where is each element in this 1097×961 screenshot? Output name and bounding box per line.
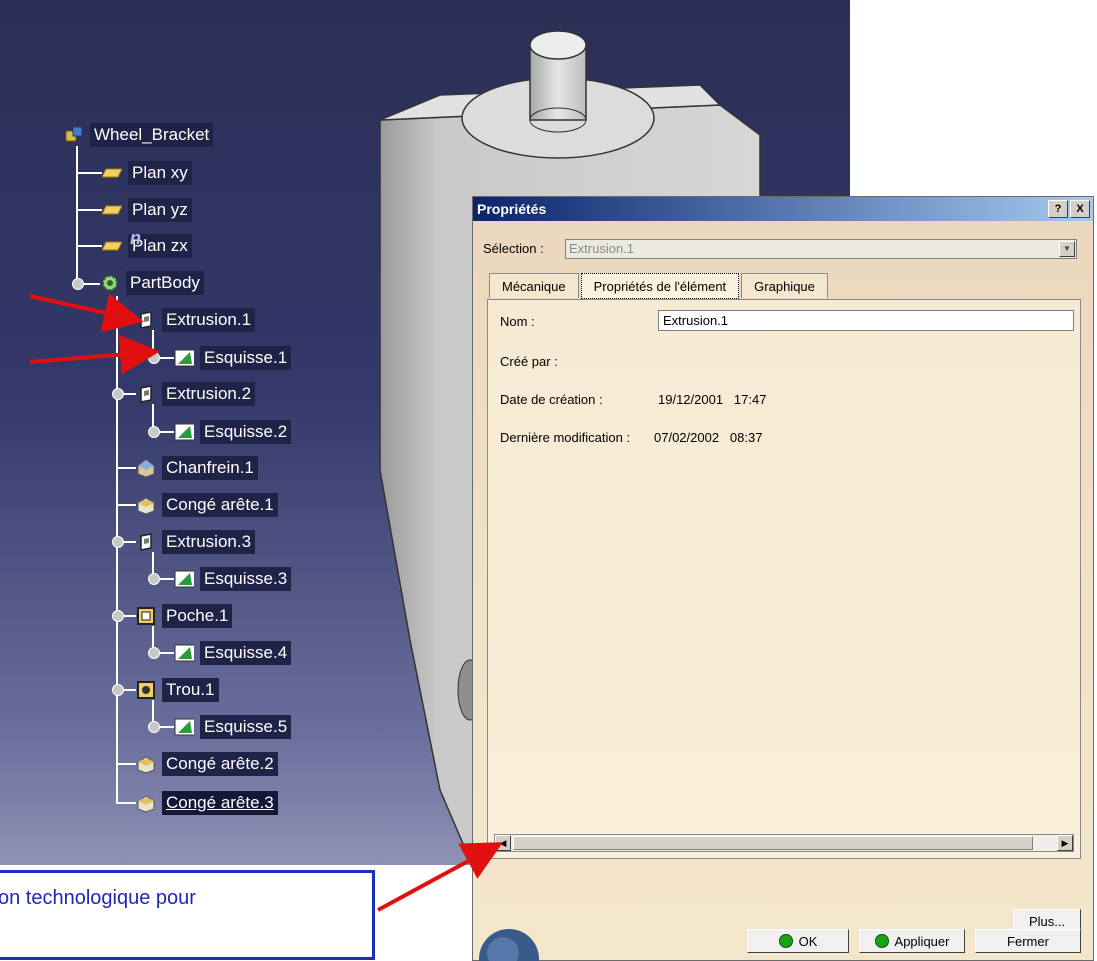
- horizontal-scrollbar[interactable]: ◀ ▶: [494, 834, 1074, 852]
- scroll-right-icon[interactable]: ▶: [1057, 835, 1073, 851]
- chevron-down-icon[interactable]: ▼: [1059, 241, 1075, 257]
- ok-button[interactable]: OK: [747, 929, 849, 953]
- tab-proprietes-element[interactable]: Propriétés de l'élément: [580, 273, 740, 299]
- ok-icon: [778, 934, 793, 948]
- tree-item-label: Congé arête.2: [162, 752, 278, 776]
- pad-icon: [136, 310, 156, 330]
- tree-item-label: Chanfrein.1: [162, 456, 258, 480]
- sketch-icon: [174, 422, 194, 442]
- tree-item-partbody[interactable]: PartBody: [100, 270, 204, 296]
- globe-decoration: [479, 929, 539, 961]
- tree-item-label: Plan yz: [128, 198, 192, 222]
- tree-item-chanfrein-1[interactable]: Chanfrein.1: [136, 455, 258, 481]
- sketch-icon: [174, 569, 194, 589]
- tree-item-esquisse-2[interactable]: Esquisse.2: [174, 419, 292, 445]
- tree-item-trou-1[interactable]: Trou.1: [136, 677, 219, 703]
- tree-item-plan-zx[interactable]: Plan zx: [102, 233, 192, 259]
- modified-value: 07/02/2002 08:37: [654, 430, 763, 445]
- tree-item-label: Extrusion.1: [162, 308, 256, 332]
- watermark-fragment: n: [130, 228, 141, 248]
- selection-value: Extrusion.1: [569, 241, 635, 256]
- tree-item-conge-arete-1[interactable]: Congé arête.1: [136, 492, 278, 518]
- plane-icon: [102, 163, 122, 183]
- hole-icon: [136, 680, 156, 700]
- help-button[interactable]: ?: [1048, 200, 1068, 218]
- tab-bar: Mécanique Propriétés de l'élément Graphi…: [489, 273, 830, 299]
- tab-graphique[interactable]: Graphique: [741, 273, 828, 298]
- plane-icon: [102, 200, 122, 220]
- dialog-title: Propriétés: [477, 201, 547, 217]
- tree-item-label: PartBody: [126, 271, 204, 295]
- pad-icon: [136, 384, 156, 404]
- tree-item-label: Esquisse.3: [200, 567, 292, 591]
- tree-item-label: Esquisse.4: [200, 641, 292, 665]
- pad-icon: [136, 532, 156, 552]
- sketch-icon: [174, 643, 194, 663]
- fillet-icon: [136, 793, 156, 813]
- tree-item-poche-1[interactable]: Poche.1: [136, 603, 233, 629]
- name-label: Nom :: [500, 314, 535, 329]
- scroll-left-icon[interactable]: ◀: [495, 835, 511, 851]
- close-button[interactable]: Fermer: [975, 929, 1081, 953]
- fillet-icon: [136, 495, 156, 515]
- ok-button-label: OK: [798, 933, 818, 949]
- pocket-icon: [136, 606, 156, 626]
- dialog-titlebar[interactable]: Propriétés ? X: [473, 197, 1093, 221]
- close-window-button[interactable]: X: [1070, 200, 1090, 218]
- tree-item-label: Plan xy: [128, 161, 192, 185]
- tree-item-esquisse-1[interactable]: Esquisse.1: [174, 345, 292, 371]
- tree-item-plan-xy[interactable]: Plan xy: [102, 160, 192, 186]
- tree-root[interactable]: Wheel_Bracket: [64, 122, 214, 148]
- caption-text: on technologique pour: [0, 887, 196, 909]
- tree-item-label: Congé arête.3: [162, 791, 278, 815]
- name-field[interactable]: Extrusion.1: [658, 310, 1074, 331]
- tree-item-label: Esquisse.5: [200, 715, 292, 739]
- tree-item-label: Esquisse.1: [200, 346, 292, 370]
- sketch-icon: [174, 348, 194, 368]
- tree-item-label: Congé arête.1: [162, 493, 278, 517]
- tree-item-plan-yz[interactable]: Plan yz: [102, 197, 192, 223]
- created-by-label: Créé par :: [500, 354, 558, 369]
- apply-button[interactable]: Appliquer: [859, 929, 965, 953]
- selection-label: Sélection :: [483, 241, 544, 256]
- properties-dialog: Propriétés ? X Sélection : Extrusion.1 ▼…: [472, 196, 1094, 961]
- plane-icon: [102, 236, 122, 256]
- sketch-icon: [174, 717, 194, 737]
- tree-item-label: Esquisse.2: [200, 420, 292, 444]
- tree-item-conge-arete-2[interactable]: Congé arête.2: [136, 751, 278, 777]
- tree-item-conge-arete-3[interactable]: Congé arête.3: [136, 790, 278, 816]
- tree-item-esquisse-4[interactable]: Esquisse.4: [174, 640, 292, 666]
- fillet-icon: [136, 754, 156, 774]
- tab-mecanique[interactable]: Mécanique: [489, 273, 579, 298]
- apply-button-label: Appliquer: [894, 933, 950, 949]
- caption-box: on technologique pour: [0, 870, 375, 960]
- scroll-thumb[interactable]: [513, 836, 1033, 850]
- partbody-icon: [100, 273, 120, 293]
- creation-date-label: Date de création :: [500, 392, 603, 407]
- tree-item-extrusion-2[interactable]: Extrusion.2: [136, 381, 256, 407]
- tree-item-label: Extrusion.2: [162, 382, 256, 406]
- tree-item-extrusion-1[interactable]: Extrusion.1: [136, 307, 256, 333]
- tab-panel: Nom : Extrusion.1 Créé par : Date de cré…: [487, 299, 1081, 859]
- tree-item-label: Poche.1: [162, 604, 233, 628]
- chamfer-icon: [136, 458, 156, 478]
- selection-combo[interactable]: Extrusion.1 ▼: [565, 239, 1077, 259]
- tree-item-esquisse-3[interactable]: Esquisse.3: [174, 566, 292, 592]
- tree-item-label: Trou.1: [162, 678, 219, 702]
- apply-icon: [874, 934, 889, 948]
- tree-item-extrusion-3[interactable]: Extrusion.3: [136, 529, 256, 555]
- product-icon: [64, 125, 84, 145]
- tree-item-label: Extrusion.3: [162, 530, 256, 554]
- tree-item-esquisse-5[interactable]: Esquisse.5: [174, 714, 292, 740]
- modified-label: Dernière modification :: [500, 430, 631, 445]
- tree-root-label: Wheel_Bracket: [90, 123, 214, 147]
- creation-date-value: 19/12/2001 17:47: [658, 392, 767, 407]
